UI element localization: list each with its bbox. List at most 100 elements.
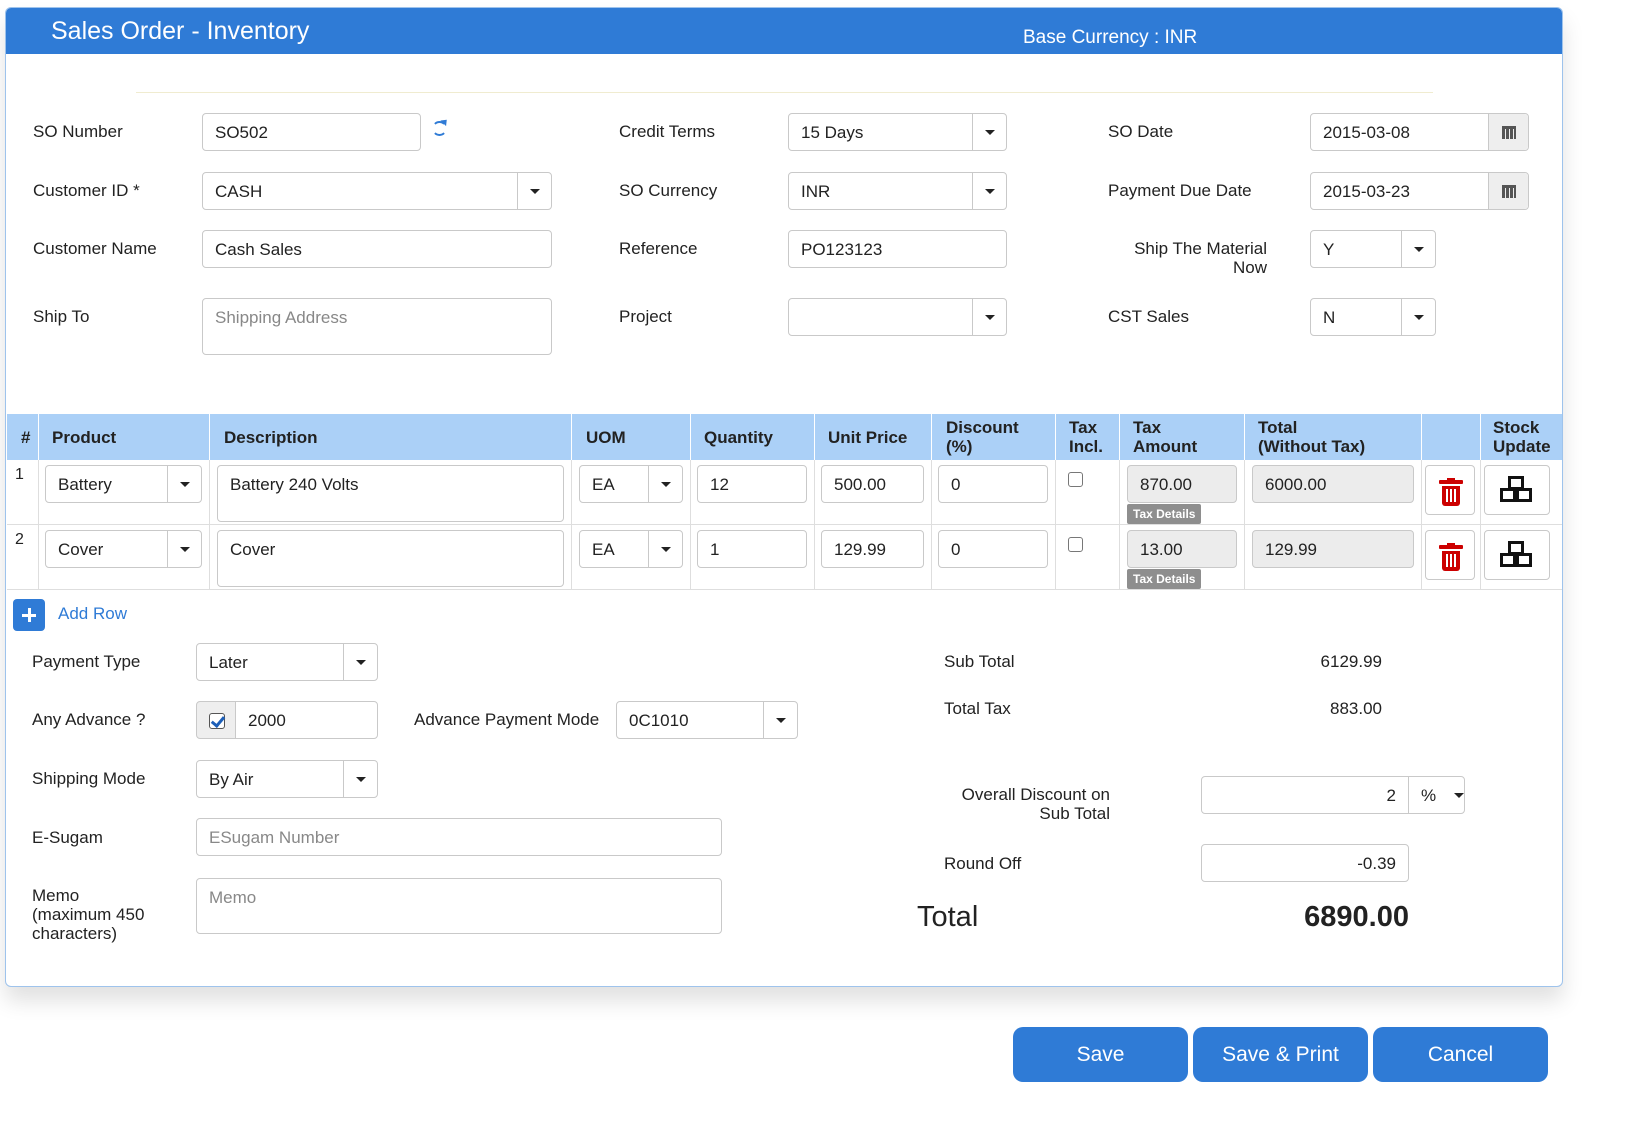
ship-to-textarea[interactable]: Shipping Address [202, 298, 552, 355]
chevron-down-icon [972, 173, 1006, 209]
esugam-input[interactable]: ESugam Number [196, 818, 722, 856]
payment-type-select[interactable]: Later [196, 643, 378, 681]
customer-name-label: Customer Name [33, 239, 157, 258]
panel-header: Sales Order - Inventory Base Currency : … [6, 8, 1562, 54]
shipping-mode-select[interactable]: By Air [196, 760, 378, 798]
credit-terms-value: 15 Days [801, 123, 864, 142]
row-number: 1 [15, 466, 24, 483]
product-select[interactable]: Cover [45, 530, 202, 568]
chevron-down-icon [343, 644, 377, 680]
chevron-down-icon [167, 531, 201, 567]
ship-now-select[interactable]: Y [1310, 230, 1436, 268]
any-advance-label: Any Advance ? [32, 710, 146, 729]
col-tax-amount-line1: Tax [1133, 418, 1162, 437]
reference-input[interactable]: PO123123 [788, 230, 1007, 268]
save-button[interactable]: Save [1013, 1027, 1188, 1082]
memo-label-line3: characters) [32, 924, 118, 943]
tax-amount-input: 13.00 [1127, 530, 1237, 568]
checkbox-checked-icon [209, 713, 225, 729]
uom-select[interactable]: EA [579, 465, 683, 503]
discount-unit-select[interactable]: % [1408, 776, 1465, 814]
discount-unit-value: % [1421, 786, 1437, 805]
credit-terms-select[interactable]: 15 Days [788, 113, 1007, 151]
overall-discount-label: Overall Discount on Sub Total [936, 785, 1110, 823]
overall-discount-input[interactable]: 2 [1201, 776, 1409, 814]
memo-label-line2: (maximum 450 [32, 905, 145, 924]
advance-amount-input[interactable]: 2000 [235, 701, 378, 739]
col-product: Product [52, 428, 117, 447]
customer-name-input[interactable]: Cash Sales [202, 230, 552, 268]
col-unit-price: Unit Price [828, 428, 908, 447]
stock-update-button[interactable] [1484, 530, 1550, 580]
so-currency-value: INR [801, 182, 831, 201]
customer-id-select[interactable]: CASH [202, 172, 552, 210]
col-discount-line1: Discount [946, 418, 1019, 437]
so-currency-label: SO Currency [619, 181, 718, 200]
col-total-line2: (Without Tax) [1258, 437, 1366, 456]
refresh-icon[interactable] [432, 121, 447, 136]
cubes-icon [1498, 541, 1538, 571]
round-off-input[interactable]: -0.39 [1201, 844, 1409, 882]
so-currency-select[interactable]: INR [788, 172, 1007, 210]
so-number-input[interactable]: SO502 [202, 113, 421, 151]
col-stock-line2: Update [1493, 437, 1551, 456]
total-label: Total [917, 901, 979, 933]
tax-amount-input: 870.00 [1127, 465, 1237, 503]
sales-order-panel: Sales Order - Inventory Base Currency : … [5, 7, 1563, 987]
product-select[interactable]: Battery [45, 465, 202, 503]
tax-incl-checkbox[interactable] [1068, 472, 1083, 487]
col-stock-line1: Stock [1493, 418, 1540, 437]
chevron-down-icon [763, 702, 797, 738]
discount-input[interactable]: 0 [938, 465, 1048, 503]
cubes-icon [1498, 476, 1538, 506]
add-row-link[interactable]: Add Row [58, 604, 127, 624]
total-input: 6000.00 [1252, 465, 1414, 503]
shipping-mode-label: Shipping Mode [32, 769, 146, 788]
payment-due-date-value: 2015-03-23 [1323, 182, 1410, 201]
cancel-button[interactable]: Cancel [1373, 1027, 1548, 1082]
product-value: Cover [58, 540, 104, 559]
customer-id-label: Customer ID * [33, 181, 140, 200]
tax-details-button[interactable]: Tax Details [1127, 569, 1202, 589]
unit-price-input[interactable]: 500.00 [821, 465, 924, 503]
description-input[interactable]: Battery 240 Volts [217, 465, 564, 522]
calendar-icon[interactable] [1488, 173, 1528, 209]
ship-now-label-line1: Ship The Material [1134, 239, 1267, 258]
tax-details-button[interactable]: Tax Details [1127, 504, 1202, 524]
advance-mode-value: 0C1010 [629, 711, 689, 730]
memo-textarea[interactable]: Memo [196, 878, 722, 934]
description-input[interactable]: Cover [217, 530, 564, 587]
any-advance-checkbox[interactable] [196, 701, 236, 739]
col-total-line1: Total [1258, 418, 1298, 437]
col-num: # [21, 428, 31, 447]
product-value: Battery [58, 475, 112, 494]
payment-due-date-input[interactable]: 2015-03-23 [1310, 172, 1529, 210]
calendar-icon[interactable] [1488, 114, 1528, 150]
stock-update-button[interactable] [1484, 465, 1550, 515]
total-tax-value: 883.00 [1330, 699, 1382, 718]
quantity-input[interactable]: 1 [697, 530, 807, 568]
delete-row-button[interactable] [1425, 465, 1475, 515]
add-row-icon[interactable] [13, 599, 45, 631]
chevron-down-icon [343, 761, 377, 797]
chevron-down-icon [1401, 299, 1435, 335]
discount-input[interactable]: 0 [938, 530, 1048, 568]
tax-incl-checkbox[interactable] [1068, 537, 1083, 552]
sub-total-value: 6129.99 [1320, 652, 1382, 671]
delete-row-button[interactable] [1425, 530, 1475, 580]
ship-now-label-line2: Now [1232, 258, 1267, 277]
payment-type-value: Later [209, 653, 248, 672]
unit-price-input[interactable]: 129.99 [821, 530, 924, 568]
project-select[interactable] [788, 298, 1007, 336]
advance-mode-select[interactable]: 0C1010 [616, 701, 798, 739]
quantity-input[interactable]: 12 [697, 465, 807, 503]
save-print-button[interactable]: Save & Print [1193, 1027, 1368, 1082]
col-discount: Discount (%) [946, 418, 1019, 456]
memo-label: Memo (maximum 450 characters) [32, 886, 144, 943]
table-row: 2 Cover Cover EA 1 129.99 0 13.00 Tax De… [7, 525, 1562, 590]
so-date-input[interactable]: 2015-03-08 [1310, 113, 1529, 151]
uom-select[interactable]: EA [579, 530, 683, 568]
cst-sales-select[interactable]: N [1310, 298, 1436, 336]
col-stock-update: Stock Update [1493, 418, 1551, 456]
uom-value: EA [592, 475, 615, 494]
